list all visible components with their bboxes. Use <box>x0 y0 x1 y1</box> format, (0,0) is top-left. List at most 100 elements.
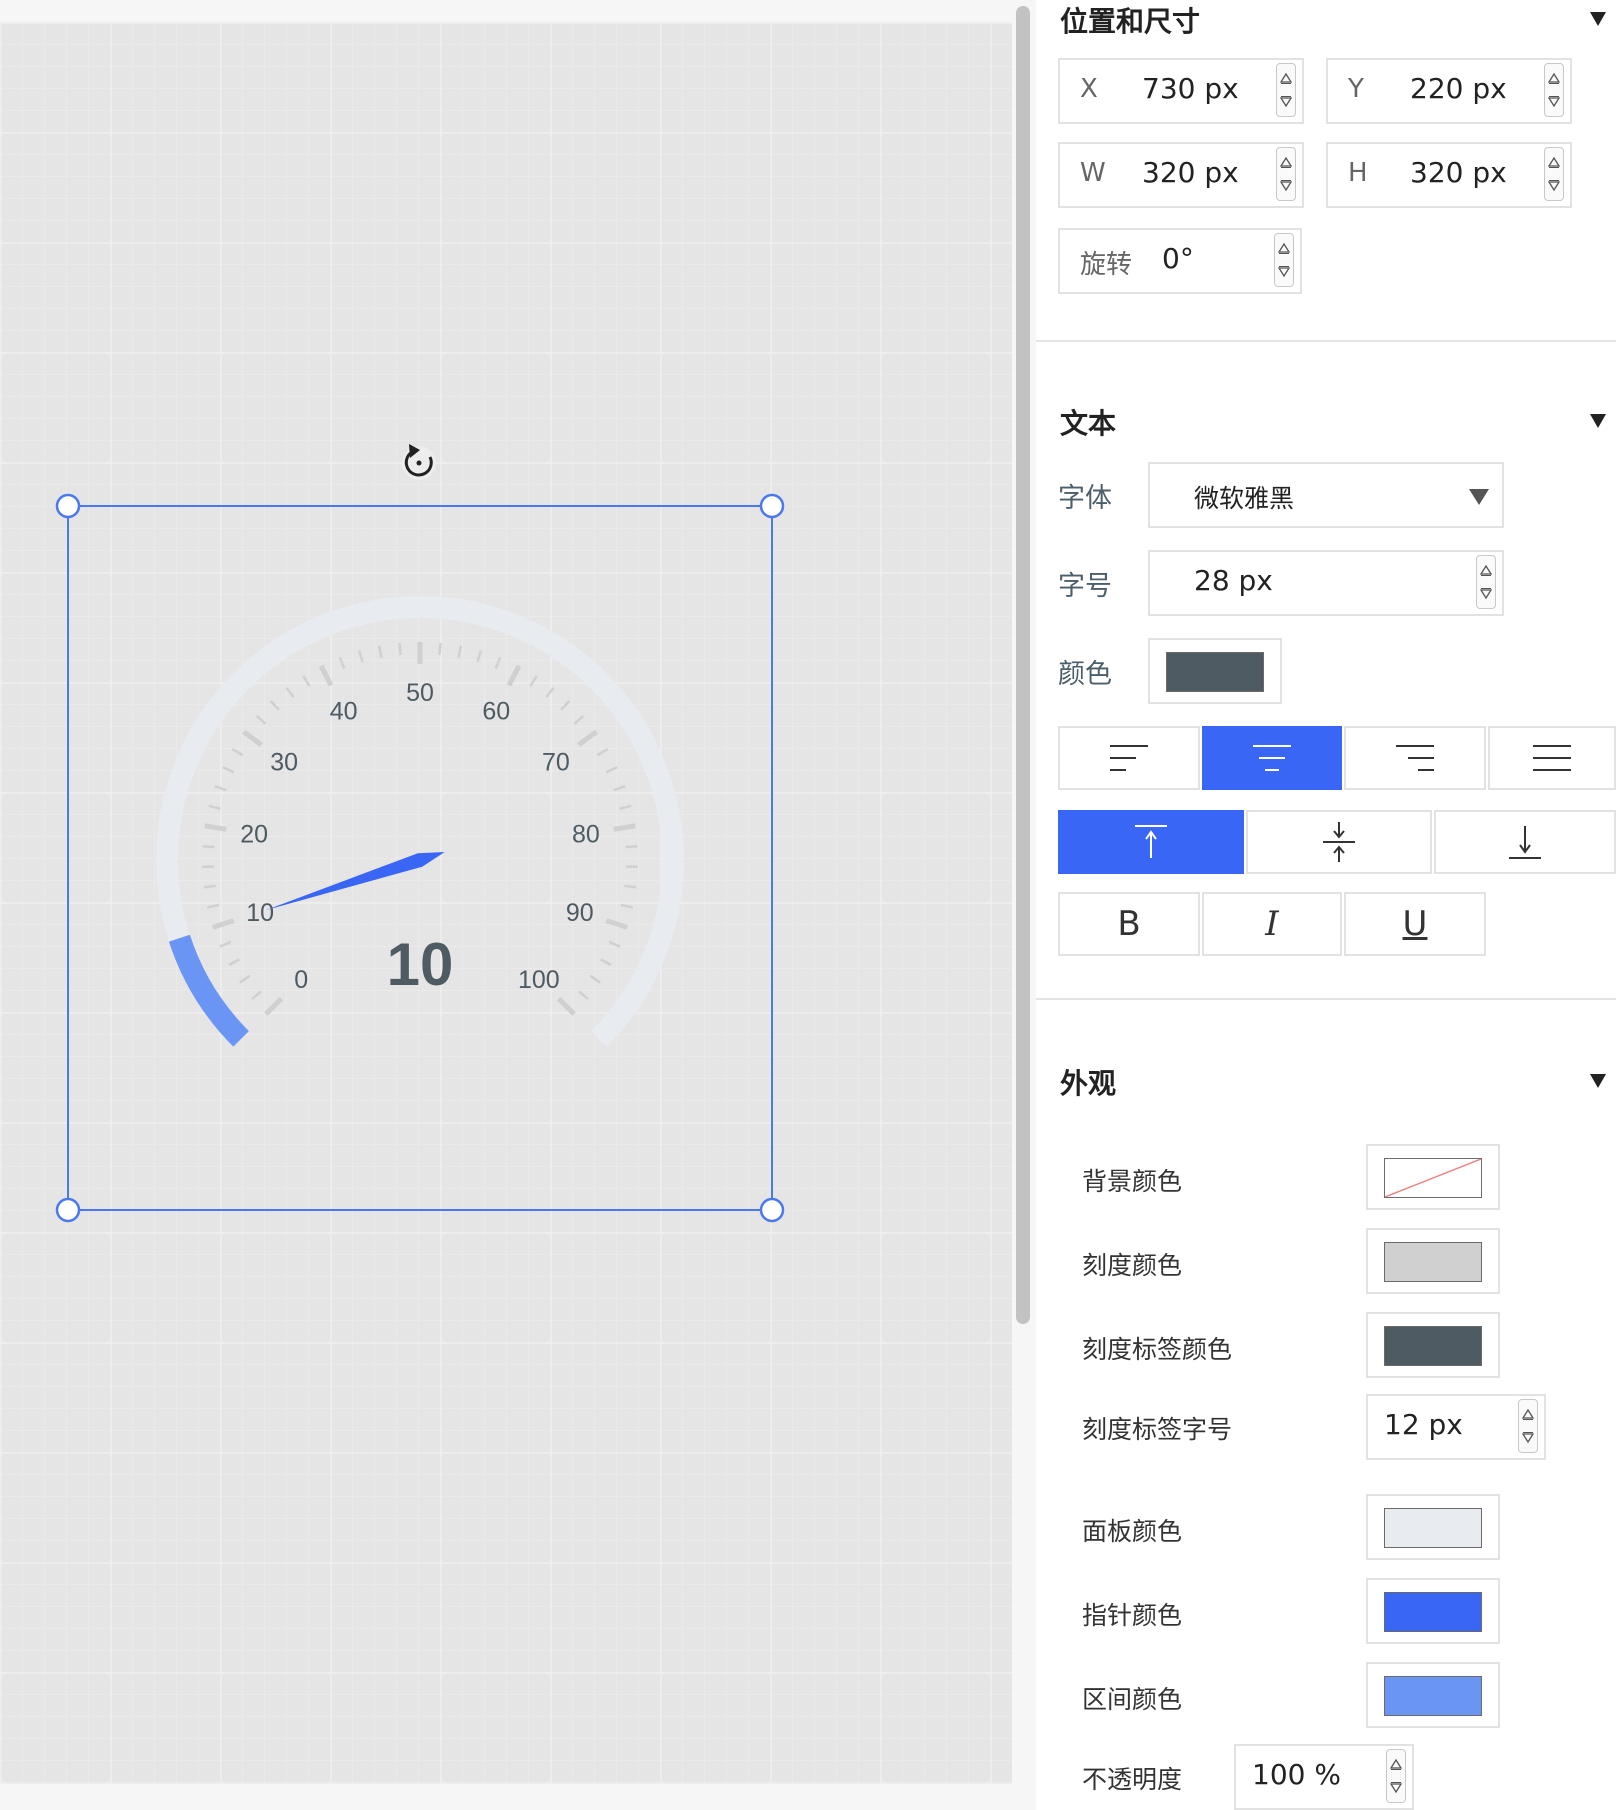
opacity-field[interactable]: 100 % <box>1234 1744 1414 1810</box>
arrow-up-icon[interactable] <box>1548 72 1560 84</box>
gauge-minor-tick <box>624 884 637 889</box>
collapse-caret-icon[interactable] <box>1590 1074 1606 1088</box>
align-left-button[interactable] <box>1058 726 1200 790</box>
font-size-label: 字号 <box>1058 571 1112 602</box>
gauge-minor-tick <box>338 656 346 669</box>
gauge-range-arc <box>168 934 249 1047</box>
opacity-value: 100 % <box>1252 1758 1341 1791</box>
align-justify-button[interactable] <box>1488 726 1616 790</box>
x-stepper[interactable] <box>1276 63 1296 117</box>
properties-panel: 位置和尺寸 X 730 px Y 220 px W 320 px H 320 p… <box>1036 0 1616 1810</box>
arrow-up-icon[interactable] <box>1280 72 1292 84</box>
y-field[interactable]: Y 220 px <box>1326 58 1572 124</box>
gauge-major-tick <box>577 729 598 747</box>
text-color-label: 颜色 <box>1058 659 1112 690</box>
arrow-up-icon[interactable] <box>1280 156 1292 168</box>
gauge-tick-label: 10 <box>246 899 274 927</box>
tick-label-size-stepper[interactable] <box>1518 1399 1538 1453</box>
bg-color-picker[interactable] <box>1366 1144 1500 1210</box>
w-field[interactable]: W 320 px <box>1058 142 1304 208</box>
gauge-tick-label: 90 <box>566 899 594 927</box>
h-stepper[interactable] <box>1544 147 1564 201</box>
gauge-tick-label: 80 <box>572 821 600 849</box>
gauge-major-tick <box>605 918 629 930</box>
gauge-minor-tick <box>608 940 621 948</box>
valign-middle-button[interactable] <box>1246 810 1432 874</box>
font-select[interactable]: 微软雅黑 <box>1148 462 1504 528</box>
collapse-caret-icon[interactable] <box>1590 12 1606 26</box>
resize-handle-bottom-left[interactable] <box>55 1197 81 1223</box>
valign-bottom-icon <box>1509 826 1541 859</box>
bold-button[interactable]: B <box>1058 892 1200 956</box>
arrow-up-icon[interactable] <box>1390 1758 1402 1770</box>
arrow-down-icon[interactable] <box>1548 96 1560 108</box>
valign-middle-icon <box>1323 822 1355 862</box>
opacity-stepper[interactable] <box>1386 1749 1406 1803</box>
underline-button[interactable]: U <box>1344 892 1486 956</box>
gauge-minor-tick <box>573 714 585 725</box>
arrow-up-icon[interactable] <box>1522 1408 1534 1420</box>
w-stepper[interactable] <box>1276 147 1296 201</box>
tick-color-swatch <box>1384 1242 1482 1282</box>
arrow-up-icon[interactable] <box>1548 156 1560 168</box>
w-label: W <box>1080 158 1106 188</box>
italic-label: I <box>1265 904 1279 944</box>
h-field[interactable]: H 320 px <box>1326 142 1572 208</box>
gauge-minor-tick <box>302 675 311 687</box>
pointer-color-picker[interactable] <box>1366 1578 1500 1644</box>
font-size-stepper[interactable] <box>1476 555 1496 609</box>
arrow-down-icon[interactable] <box>1390 1782 1402 1794</box>
rotate-stepper[interactable] <box>1274 233 1294 287</box>
bg-color-label: 背景颜色 <box>1082 1167 1183 1196</box>
gauge-minor-tick <box>589 974 602 984</box>
tick-label-size-value: 12 px <box>1384 1408 1463 1441</box>
valign-bottom-button[interactable] <box>1434 810 1616 874</box>
gauge-pointer <box>265 852 445 911</box>
align-center-button[interactable] <box>1202 726 1342 790</box>
resize-handle-bottom-right[interactable] <box>759 1197 785 1223</box>
gauge-minor-tick <box>476 650 483 663</box>
text-color-picker[interactable] <box>1148 638 1282 704</box>
panel-color-picker[interactable] <box>1366 1494 1500 1560</box>
arrow-down-icon[interactable] <box>1548 180 1560 192</box>
arrow-up-icon[interactable] <box>1278 242 1290 254</box>
dropdown-arrow-icon[interactable] <box>1468 488 1490 506</box>
arrow-up-icon[interactable] <box>1480 564 1492 576</box>
arrow-down-icon[interactable] <box>1480 588 1492 600</box>
y-stepper[interactable] <box>1544 63 1564 117</box>
tick-color-picker[interactable] <box>1366 1228 1500 1294</box>
range-color-picker[interactable] <box>1366 1662 1500 1728</box>
resize-handle-top-right[interactable] <box>759 493 785 519</box>
italic-button[interactable]: I <box>1202 892 1342 956</box>
collapse-caret-icon[interactable] <box>1590 414 1606 428</box>
section-title-position-size: 位置和尺寸 <box>1060 5 1201 38</box>
section-title-appearance: 外观 <box>1060 1067 1117 1100</box>
x-field[interactable]: X 730 px <box>1058 58 1304 124</box>
gauge-minor-tick <box>255 714 267 725</box>
gauge-minor-tick <box>438 642 442 656</box>
font-size-field[interactable]: 28 px <box>1148 550 1504 616</box>
gauge-minor-tick <box>619 804 632 810</box>
arrow-down-icon[interactable] <box>1280 180 1292 192</box>
rotate-handle-icon[interactable] <box>402 444 436 480</box>
range-color-label: 区间颜色 <box>1082 1685 1183 1714</box>
tick-color-label: 刻度颜色 <box>1082 1251 1183 1280</box>
rotate-field[interactable]: 旋转 0° <box>1058 228 1302 294</box>
gauge-tick-label: 40 <box>330 697 358 725</box>
gauge-widget[interactable]: 0 10 20 30 40 50 60 70 80 90 100 10 <box>156 596 684 1047</box>
gauge-tick-label: 50 <box>406 679 434 707</box>
tick-label-color-swatch <box>1384 1326 1482 1366</box>
tick-label-size-field[interactable]: 12 px <box>1366 1394 1546 1460</box>
gauge-minor-tick <box>208 804 221 810</box>
arrow-down-icon[interactable] <box>1280 96 1292 108</box>
gauge-minor-tick <box>596 747 609 757</box>
resize-handle-top-left[interactable] <box>55 493 81 519</box>
gauge-minor-tick <box>251 990 263 1000</box>
valign-top-button[interactable] <box>1058 810 1244 874</box>
tick-label-color-picker[interactable] <box>1366 1312 1500 1378</box>
align-right-button[interactable] <box>1344 726 1486 790</box>
gauge-minor-tick <box>377 645 383 658</box>
text-color-swatch <box>1166 652 1264 692</box>
arrow-down-icon[interactable] <box>1522 1432 1534 1444</box>
arrow-down-icon[interactable] <box>1278 266 1290 278</box>
